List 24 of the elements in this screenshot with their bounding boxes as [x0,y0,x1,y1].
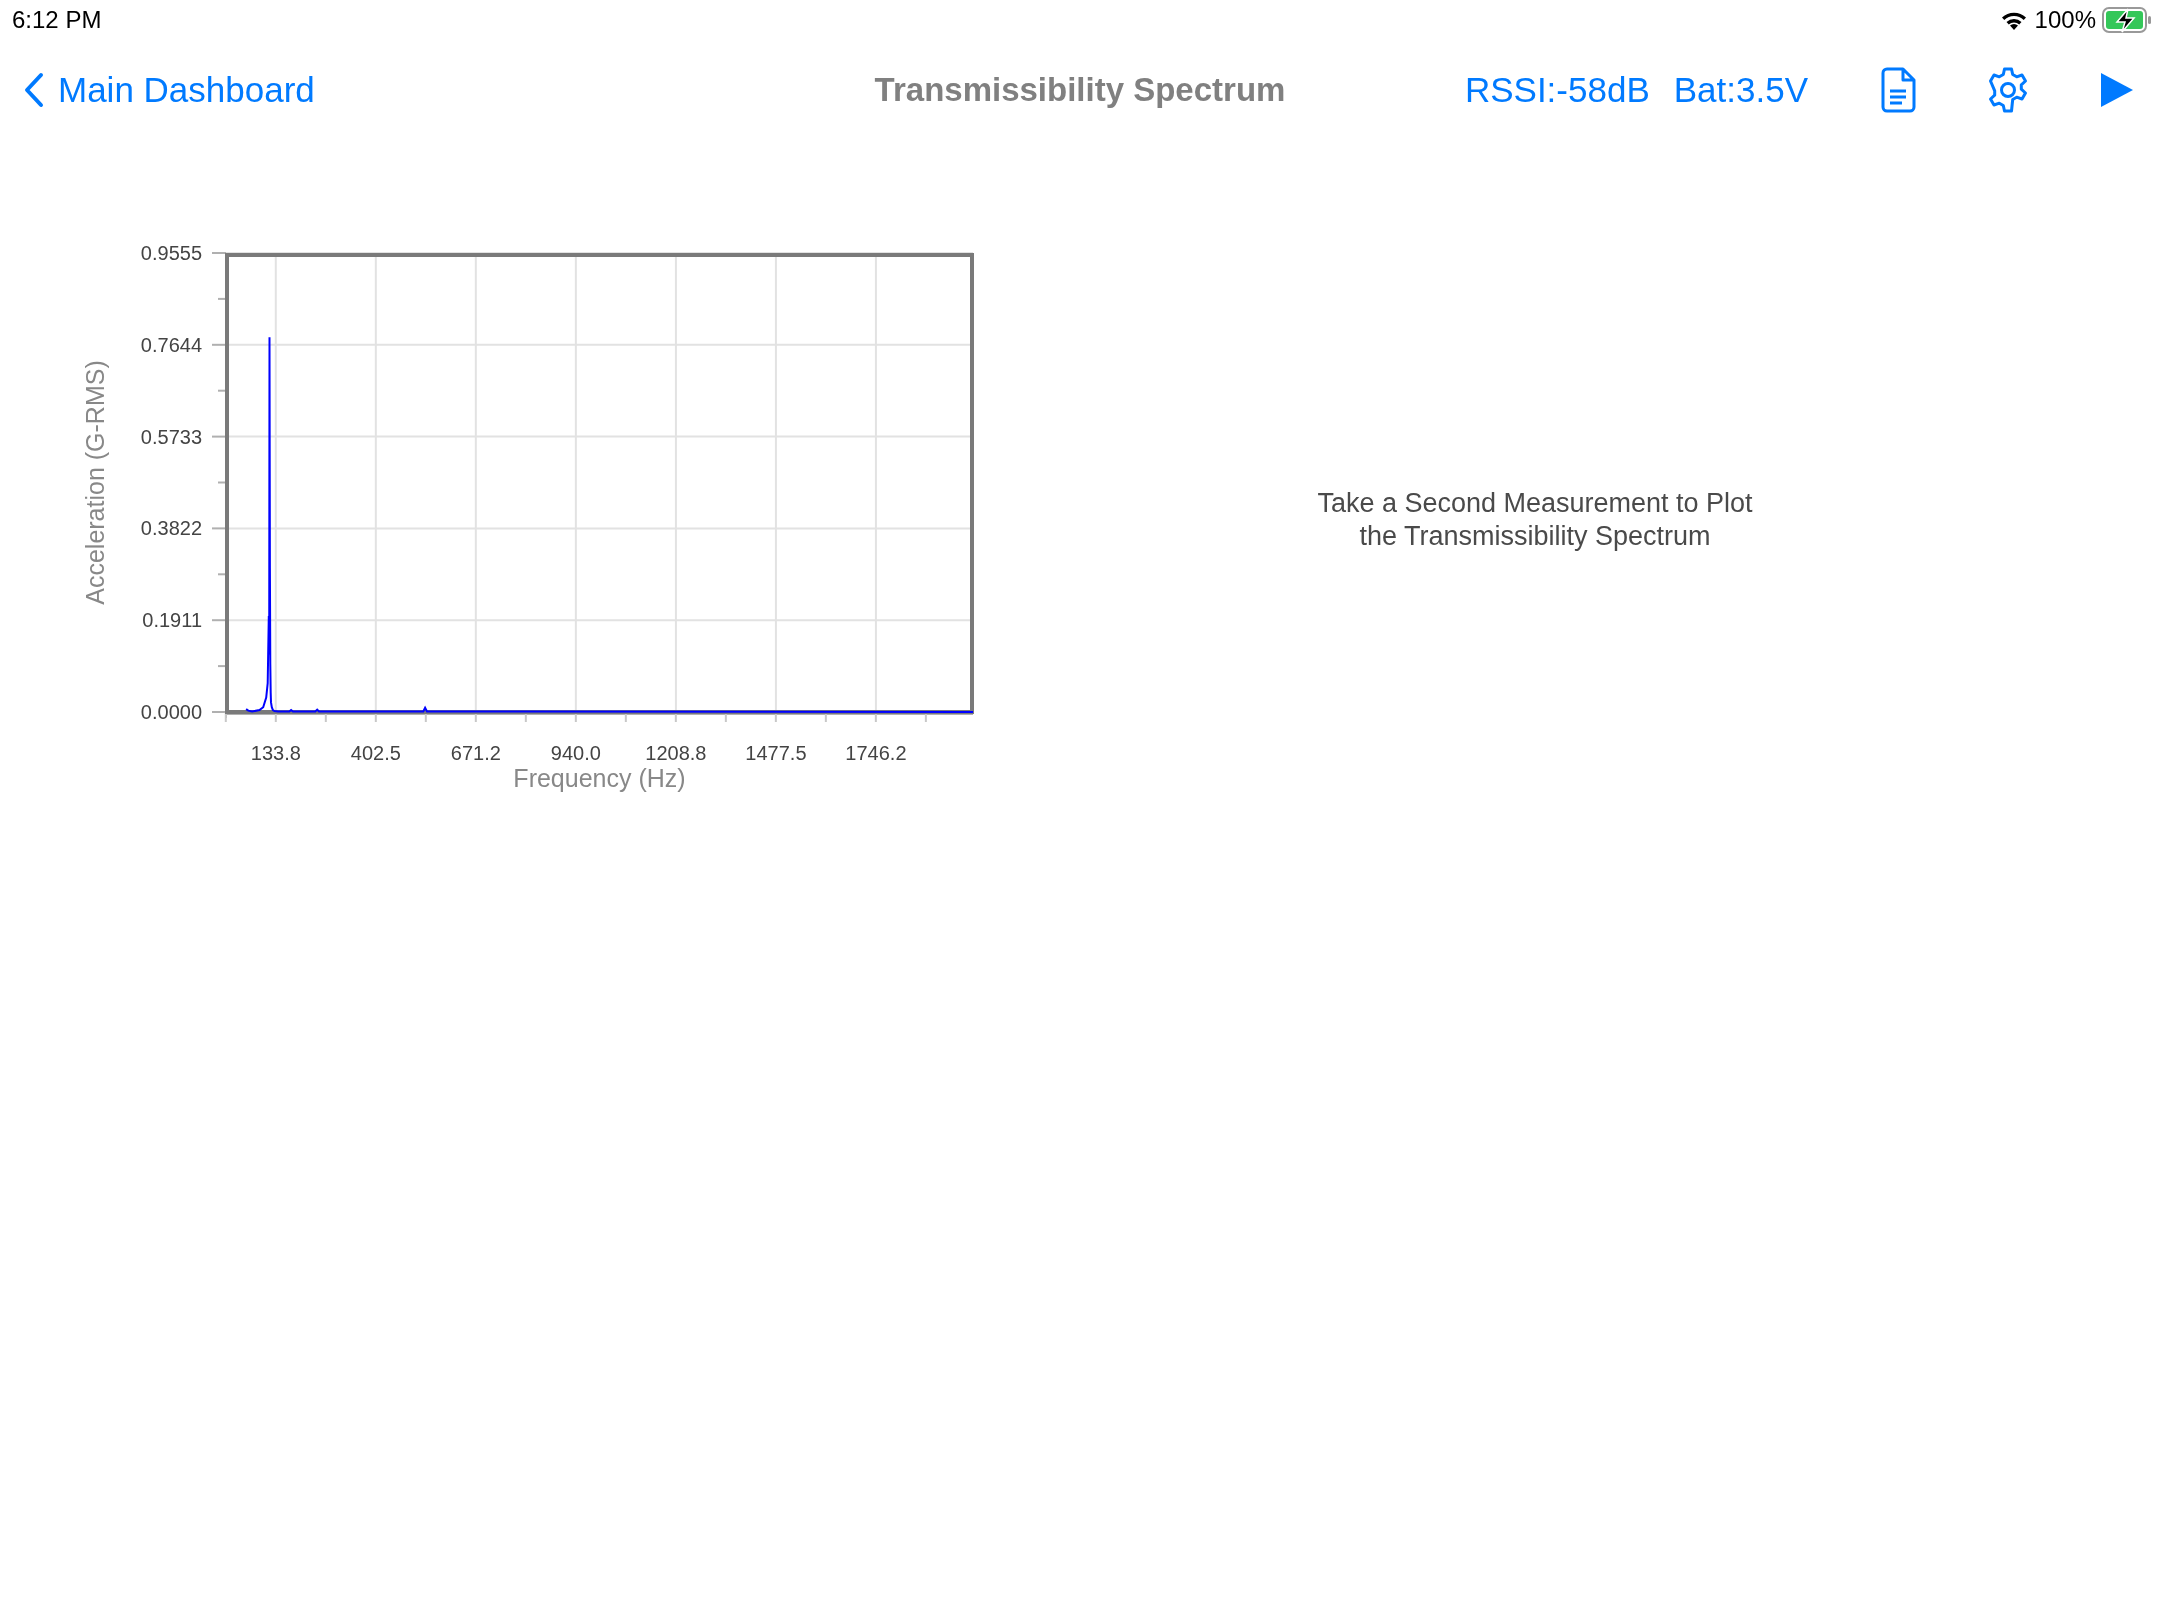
x-tick-label: 940.0 [550,742,601,764]
battery-voltage-reading: Bat:3.5V [1673,70,1808,110]
play-icon[interactable] [2098,71,2134,109]
back-button[interactable]: Main Dashboard [24,70,315,110]
screen-title: Transmissibility Spectrum [874,71,1286,108]
y-tick-label: 0.5733 [140,425,202,448]
chevron-left-icon [24,72,44,108]
x-axis-title: Frequency (Hz) [513,764,686,792]
instruction-message: Take a Second Measurement to Plot the Transmissibility Spectrum [1316,487,1754,553]
x-tick-label: 402.5 [350,742,401,764]
x-tick-label: 1477.5 [745,742,807,764]
x-tick-label: 671.2 [450,742,501,764]
y-tick-label: 0.1911 [142,609,202,632]
y-axis-title: Acceleration (G-RMS) [81,360,109,605]
x-tick-label: 1746.2 [845,742,907,764]
status-time: 6:12 PM [12,6,102,34]
y-tick-label: 0.7644 [140,333,202,356]
x-tick-label: 1208.8 [645,742,707,764]
battery-percentage: 100% [2034,6,2096,34]
x-tick-label: 133.8 [250,742,301,764]
y-tick-label: 0.3822 [140,517,202,540]
rssi-reading: RSSI:-58dB [1464,70,1650,110]
y-tick-label: 0.0000 [140,701,202,723]
y-tick-label: 0.9555 [140,242,202,264]
